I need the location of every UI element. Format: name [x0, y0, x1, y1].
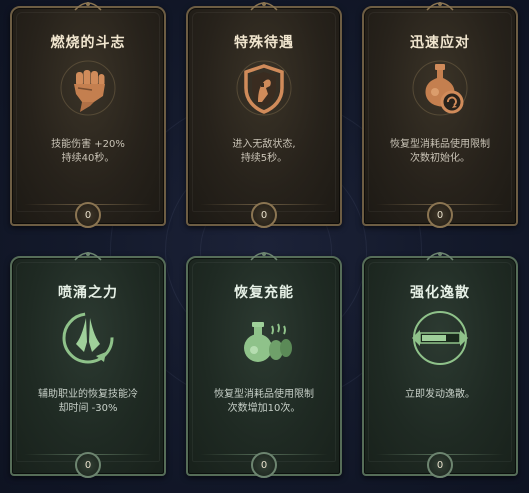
count-badge: 0: [75, 452, 101, 478]
card-description: 进入无敌状态, 持续5秒。: [232, 139, 296, 164]
card-title: 恢复充能: [234, 285, 294, 301]
card-ornament-icon: [426, 2, 454, 11]
card-title: 强化逸散: [410, 285, 470, 301]
card-description: 恢复型消耗品使用限制 次数初始化。: [390, 139, 490, 164]
card-description: 立即发动逸散。: [405, 389, 475, 400]
card-ornament-icon: [426, 252, 454, 261]
card-description: 恢复型消耗品使用限制 次数增加10次。: [214, 389, 314, 414]
skill-card[interactable]: 恢复充能 恢复型消耗品使用限制 次数增加10次。 0: [186, 252, 342, 478]
potions-icon: [244, 322, 292, 362]
count-badge: 0: [75, 202, 101, 228]
card-title: 喷涌之力: [58, 285, 118, 301]
potion-refresh-icon: [412, 60, 468, 116]
card-ornament-icon: [250, 252, 278, 261]
count-badge: 0: [251, 452, 277, 478]
skill-card[interactable]: 强化逸散 立即发动逸散。 0: [362, 252, 518, 478]
praying-hands-icon: [62, 312, 114, 364]
count-badge: 0: [427, 202, 453, 228]
count-badge: 0: [427, 452, 453, 478]
card-description: 技能伤害 +20% 持续40秒。: [51, 139, 125, 164]
skill-card[interactable]: 特殊待遇 进入无敌状态, 持续5秒。 0: [186, 2, 342, 228]
card-description: 辅助职业的恢复技能冷 却时间 -30%: [38, 389, 138, 414]
card-ornament-icon: [74, 252, 102, 261]
skill-card[interactable]: 喷涌之力 辅助职业的恢复技能冷 却时间 -30% 0: [10, 252, 166, 478]
card-title: 特殊待遇: [234, 35, 294, 51]
fist-icon: [60, 60, 116, 116]
card-title: 迅速应对: [410, 35, 470, 51]
card-ornament-icon: [74, 2, 102, 11]
skill-card[interactable]: 燃烧的斗志 技能伤害 +20% 持续40秒。 0: [10, 2, 166, 228]
shield-knight-icon: [236, 60, 292, 116]
card-title: 燃烧的斗志: [50, 35, 126, 51]
card-ornament-icon: [250, 2, 278, 11]
skill-card[interactable]: 迅速应对 恢复型消耗品使用限制 次数初始化。 0: [362, 2, 518, 228]
gauge-bar-icon: [412, 311, 468, 365]
count-badge: 0: [251, 202, 277, 228]
